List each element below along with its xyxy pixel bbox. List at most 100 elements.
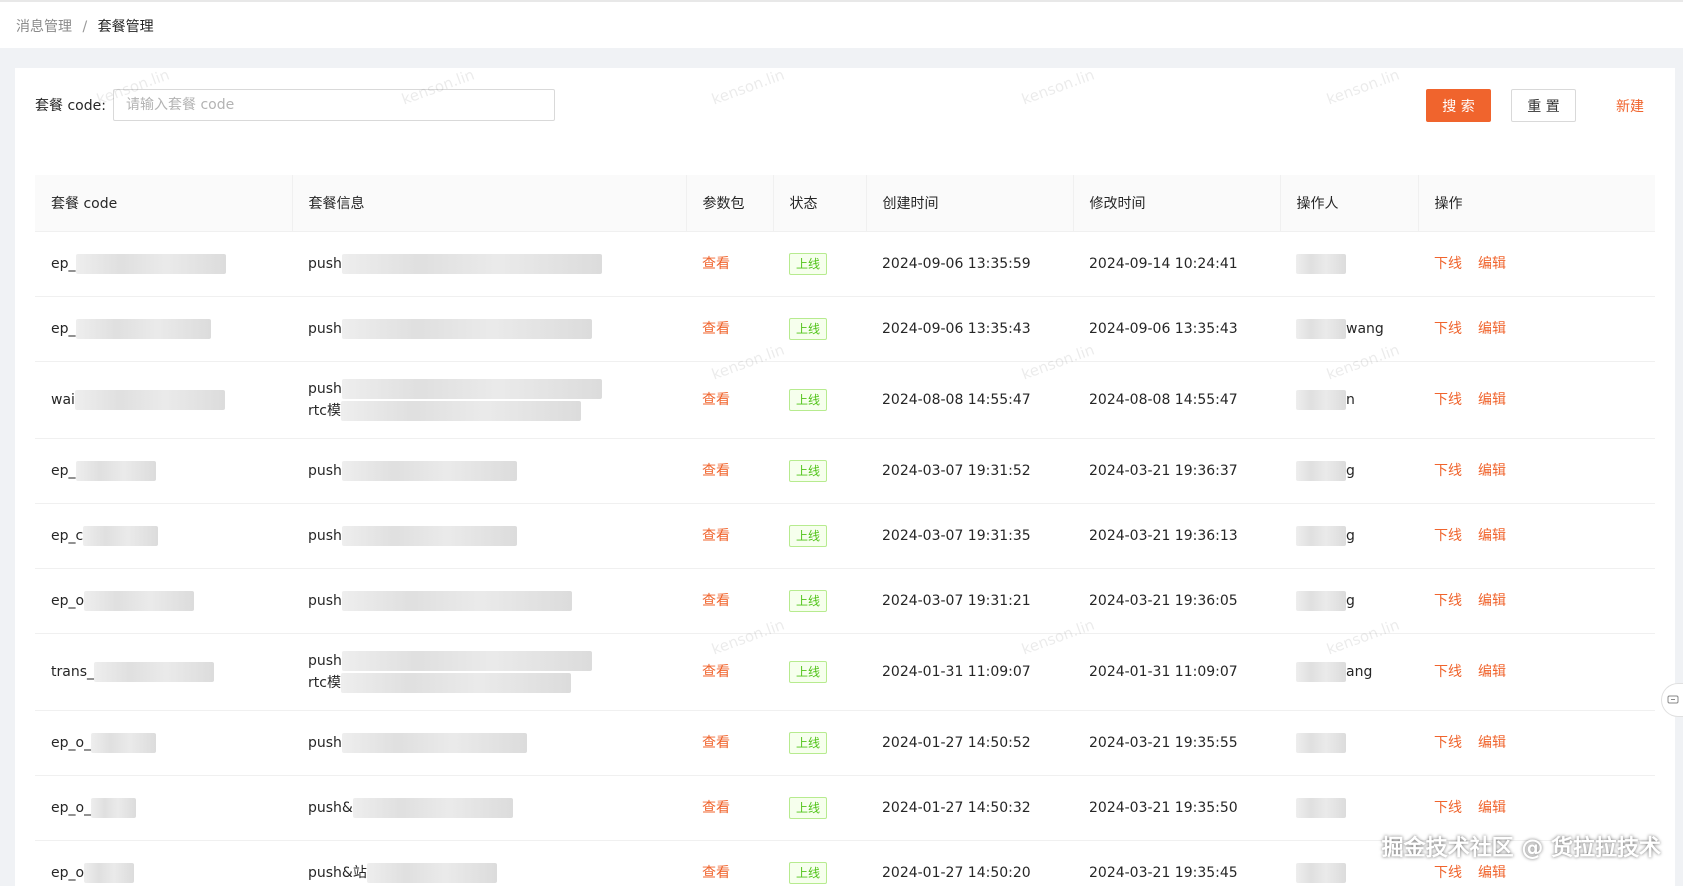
offline-button[interactable]: 下线 bbox=[1434, 664, 1462, 680]
package-info-text: push&站 bbox=[308, 864, 367, 881]
cell-operator: g bbox=[1280, 503, 1418, 569]
offline-button[interactable]: 下线 bbox=[1434, 735, 1462, 751]
cell-code: ep_o bbox=[35, 840, 292, 886]
package-code-input[interactable] bbox=[113, 89, 555, 121]
edit-button[interactable]: 编辑 bbox=[1478, 664, 1506, 680]
table-row: ep_ push 查看 上线 2024-09-06 13:35:59 2024-… bbox=[35, 231, 1655, 297]
cell-status: 上线 bbox=[773, 775, 866, 841]
package-code-text: ep_o bbox=[51, 864, 85, 881]
view-params-link[interactable]: 查看 bbox=[702, 865, 730, 881]
edit-button[interactable]: 编辑 bbox=[1478, 321, 1506, 337]
edit-button[interactable]: 编辑 bbox=[1478, 800, 1506, 816]
cell-actions: 下线 编辑 bbox=[1418, 710, 1655, 776]
cell-param: 查看 bbox=[686, 296, 773, 362]
cell-modified: 2024-08-08 14:55:47 bbox=[1073, 361, 1280, 439]
breadcrumb: 消息管理 / 套餐管理 bbox=[16, 18, 154, 36]
cell-actions: 下线 编辑 bbox=[1418, 231, 1655, 297]
cell-created: 2024-01-31 11:09:07 bbox=[866, 633, 1073, 711]
operator-text: n bbox=[1346, 391, 1355, 408]
masked-content bbox=[94, 661, 214, 682]
view-params-link[interactable]: 查看 bbox=[702, 593, 730, 609]
table-row: ep_ push 查看 上线 2024-09-06 13:35:43 2024-… bbox=[35, 296, 1655, 362]
masked-content bbox=[74, 389, 225, 410]
edit-button[interactable]: 编辑 bbox=[1478, 392, 1506, 408]
cell-status: 上线 bbox=[773, 710, 866, 776]
cell-status: 上线 bbox=[773, 840, 866, 886]
view-params-link[interactable]: 查看 bbox=[702, 664, 730, 680]
masked-content bbox=[341, 378, 602, 399]
cell-param: 查看 bbox=[686, 568, 773, 634]
cell-status: 上线 bbox=[773, 361, 866, 439]
package-code-text: ep_ bbox=[51, 320, 76, 337]
cell-param: 查看 bbox=[686, 775, 773, 841]
offline-button[interactable]: 下线 bbox=[1434, 800, 1462, 816]
column-header: 创建时间 bbox=[866, 175, 1074, 232]
status-badge: 上线 bbox=[789, 589, 828, 612]
new-button[interactable]: 新建 bbox=[1605, 89, 1655, 122]
cell-status: 上线 bbox=[773, 568, 866, 634]
package-code-text: ep_o bbox=[51, 592, 85, 609]
table-row: ep_o push 查看 上线 2024-03-07 19:31:21 2024… bbox=[35, 568, 1655, 634]
breadcrumb-parent[interactable]: 消息管理 bbox=[16, 19, 72, 35]
masked-content bbox=[341, 318, 592, 339]
masked-content bbox=[75, 460, 156, 481]
view-params-link[interactable]: 查看 bbox=[702, 321, 730, 337]
watermark: kenson.lin bbox=[1019, 65, 1097, 109]
edit-button[interactable]: 编辑 bbox=[1478, 735, 1506, 751]
operator-text: g bbox=[1346, 527, 1355, 544]
table-row: wai push rtc模 查看 上线 2024-08-08 14:55:47 … bbox=[35, 361, 1655, 439]
masked-content bbox=[1296, 862, 1346, 883]
offline-button[interactable]: 下线 bbox=[1434, 463, 1462, 479]
offline-button[interactable]: 下线 bbox=[1434, 593, 1462, 609]
package-info-text: rtc模 bbox=[308, 674, 341, 691]
edit-button[interactable]: 编辑 bbox=[1478, 528, 1506, 544]
table-row: ep_ push 查看 上线 2024-03-07 19:31:52 2024-… bbox=[35, 438, 1655, 504]
cell-info: push bbox=[292, 438, 686, 504]
edit-button[interactable]: 编辑 bbox=[1478, 256, 1506, 272]
offline-button[interactable]: 下线 bbox=[1434, 321, 1462, 337]
offline-button[interactable]: 下线 bbox=[1434, 392, 1462, 408]
view-params-link[interactable]: 查看 bbox=[702, 256, 730, 272]
view-params-link[interactable]: 查看 bbox=[702, 463, 730, 479]
status-badge: 上线 bbox=[789, 317, 828, 340]
cell-info: push&站 bbox=[292, 840, 686, 886]
reset-button[interactable]: 重 置 bbox=[1511, 89, 1576, 122]
message-icon bbox=[1667, 695, 1678, 704]
operator-text: g bbox=[1346, 592, 1355, 609]
masked-content bbox=[341, 590, 572, 611]
masked-content bbox=[341, 460, 517, 481]
offline-button[interactable]: 下线 bbox=[1434, 528, 1462, 544]
cell-code: ep_o_ bbox=[35, 710, 292, 776]
column-header: 状态 bbox=[773, 175, 867, 232]
status-badge: 上线 bbox=[789, 459, 828, 482]
cell-modified: 2024-09-06 13:35:43 bbox=[1073, 296, 1280, 362]
masked-content bbox=[340, 400, 581, 421]
edit-button[interactable]: 编辑 bbox=[1478, 865, 1506, 881]
cell-code: ep_ bbox=[35, 296, 292, 362]
view-params-link[interactable]: 查看 bbox=[702, 528, 730, 544]
view-params-link[interactable]: 查看 bbox=[702, 735, 730, 751]
masked-content bbox=[1296, 732, 1346, 753]
edit-button[interactable]: 编辑 bbox=[1478, 463, 1506, 479]
view-params-link[interactable]: 查看 bbox=[702, 392, 730, 408]
package-info-text: push bbox=[308, 652, 342, 669]
package-info-text: push bbox=[308, 380, 342, 397]
source-watermark: 掘金技术社区 @ 货拉拉技术 bbox=[1381, 836, 1661, 861]
search-button[interactable]: 搜 索 bbox=[1426, 89, 1491, 122]
masked-content bbox=[1296, 797, 1346, 818]
cell-created: 2024-09-06 13:35:43 bbox=[866, 296, 1073, 362]
edit-button[interactable]: 编辑 bbox=[1478, 593, 1506, 609]
view-params-link[interactable]: 查看 bbox=[702, 800, 730, 816]
masked-content bbox=[1296, 318, 1346, 339]
masked-content bbox=[84, 862, 135, 883]
offline-button[interactable]: 下线 bbox=[1434, 256, 1462, 272]
search-label: 套餐 code: bbox=[35, 98, 106, 114]
masked-content bbox=[1296, 661, 1346, 682]
cell-code: ep_o_ bbox=[35, 775, 292, 841]
offline-button[interactable]: 下线 bbox=[1434, 865, 1462, 881]
status-badge: 上线 bbox=[789, 861, 828, 884]
cell-created: 2024-01-27 14:50:20 bbox=[866, 840, 1073, 886]
cell-actions: 下线 编辑 bbox=[1418, 633, 1655, 711]
package-code-text: ep_c bbox=[51, 527, 84, 544]
content-card: 套餐 code: 搜 索 重 置 新建 套餐 code套餐信息参数包状态创建时间… bbox=[15, 65, 1675, 886]
